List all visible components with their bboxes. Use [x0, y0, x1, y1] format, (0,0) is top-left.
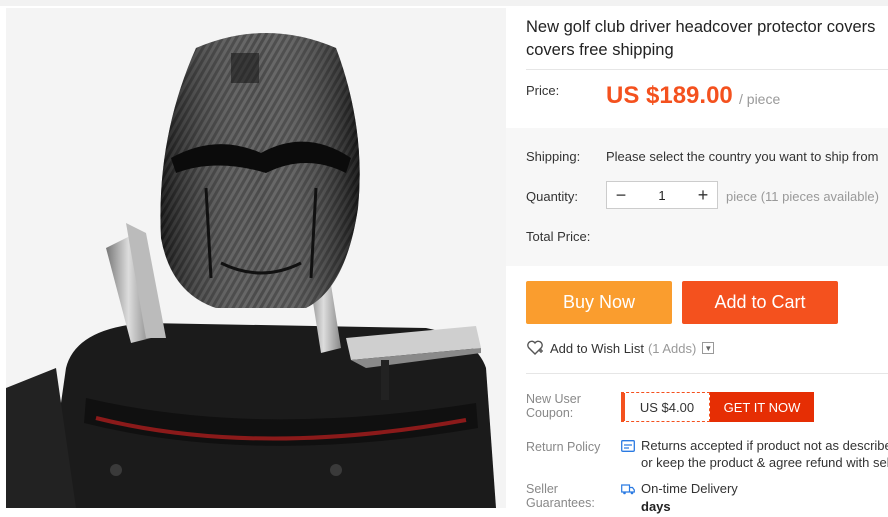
quantity-label: Quantity: — [526, 189, 579, 204]
product-title: New golf club driver headcover protector… — [526, 18, 876, 59]
return-policy-line2: or keep the product & agree refund with … — [641, 455, 888, 470]
guarantees-label-line1: Seller — [526, 482, 558, 496]
guarantees-label-line2: Guarantees: — [526, 496, 595, 510]
shipping-country-select[interactable]: Please select the country you want to sh… — [606, 149, 878, 164]
product-image-illustration — [6, 8, 506, 508]
chevron-down-icon[interactable]: ▼ — [702, 342, 715, 354]
coupon-label-line1: New User — [526, 392, 581, 406]
add-to-wishlist-link[interactable]: Add to Wish List (1 Adds) ▼ — [526, 340, 715, 356]
return-policy-icon — [621, 440, 635, 452]
guarantee-line2: days — [641, 499, 671, 514]
seller-guarantees-text: On-time Delivery days — [641, 480, 738, 516]
wishlist-label: Add to Wish List — [550, 340, 644, 356]
total-price-label: Total Price: — [526, 229, 591, 244]
product-info-panel: New golf club driver headcover protector… — [506, 0, 888, 517]
quantity-decrease-button[interactable]: − — [607, 182, 635, 208]
shipping-label: Shipping: — [526, 149, 581, 164]
get-coupon-button[interactable]: GET IT NOW — [710, 392, 814, 422]
product-image[interactable] — [6, 8, 506, 508]
quantity-stepper: − + — [606, 181, 718, 209]
quantity-increase-button[interactable]: + — [689, 182, 717, 208]
coupon-value: US $4.00 — [621, 392, 710, 422]
return-policy-text: Returns accepted if product not as descr… — [641, 437, 888, 471]
order-options-panel: Shipping: Please select the country you … — [506, 128, 888, 266]
return-policy-label: Return Policy — [526, 440, 601, 454]
coupon-label-line2: Coupon: — [526, 406, 574, 420]
add-to-cart-button[interactable]: Add to Cart — [682, 281, 838, 324]
coupon-label: New User Coupon: — [526, 392, 581, 420]
wishlist-count: (1 Adds) — [647, 340, 697, 356]
seller-guarantees-label: Seller Guarantees: — [526, 482, 595, 510]
price-unit: / piece — [739, 91, 781, 107]
price-section: Price: US $189.00 / piece — [506, 70, 888, 130]
heart-plus-icon — [527, 340, 543, 355]
return-policy-line1: Returns accepted if product not as descr… — [641, 438, 888, 453]
price-value: US $189.00 — [606, 82, 733, 109]
buy-now-button[interactable]: Buy Now — [526, 281, 672, 324]
delivery-truck-icon — [621, 484, 635, 495]
quantity-availability: piece (11 pieces available) — [726, 189, 879, 204]
guarantee-line1: On-time Delivery — [641, 481, 738, 496]
price-label: Price: — [526, 83, 560, 98]
actions-divider — [526, 373, 888, 374]
quantity-input[interactable] — [635, 187, 689, 203]
